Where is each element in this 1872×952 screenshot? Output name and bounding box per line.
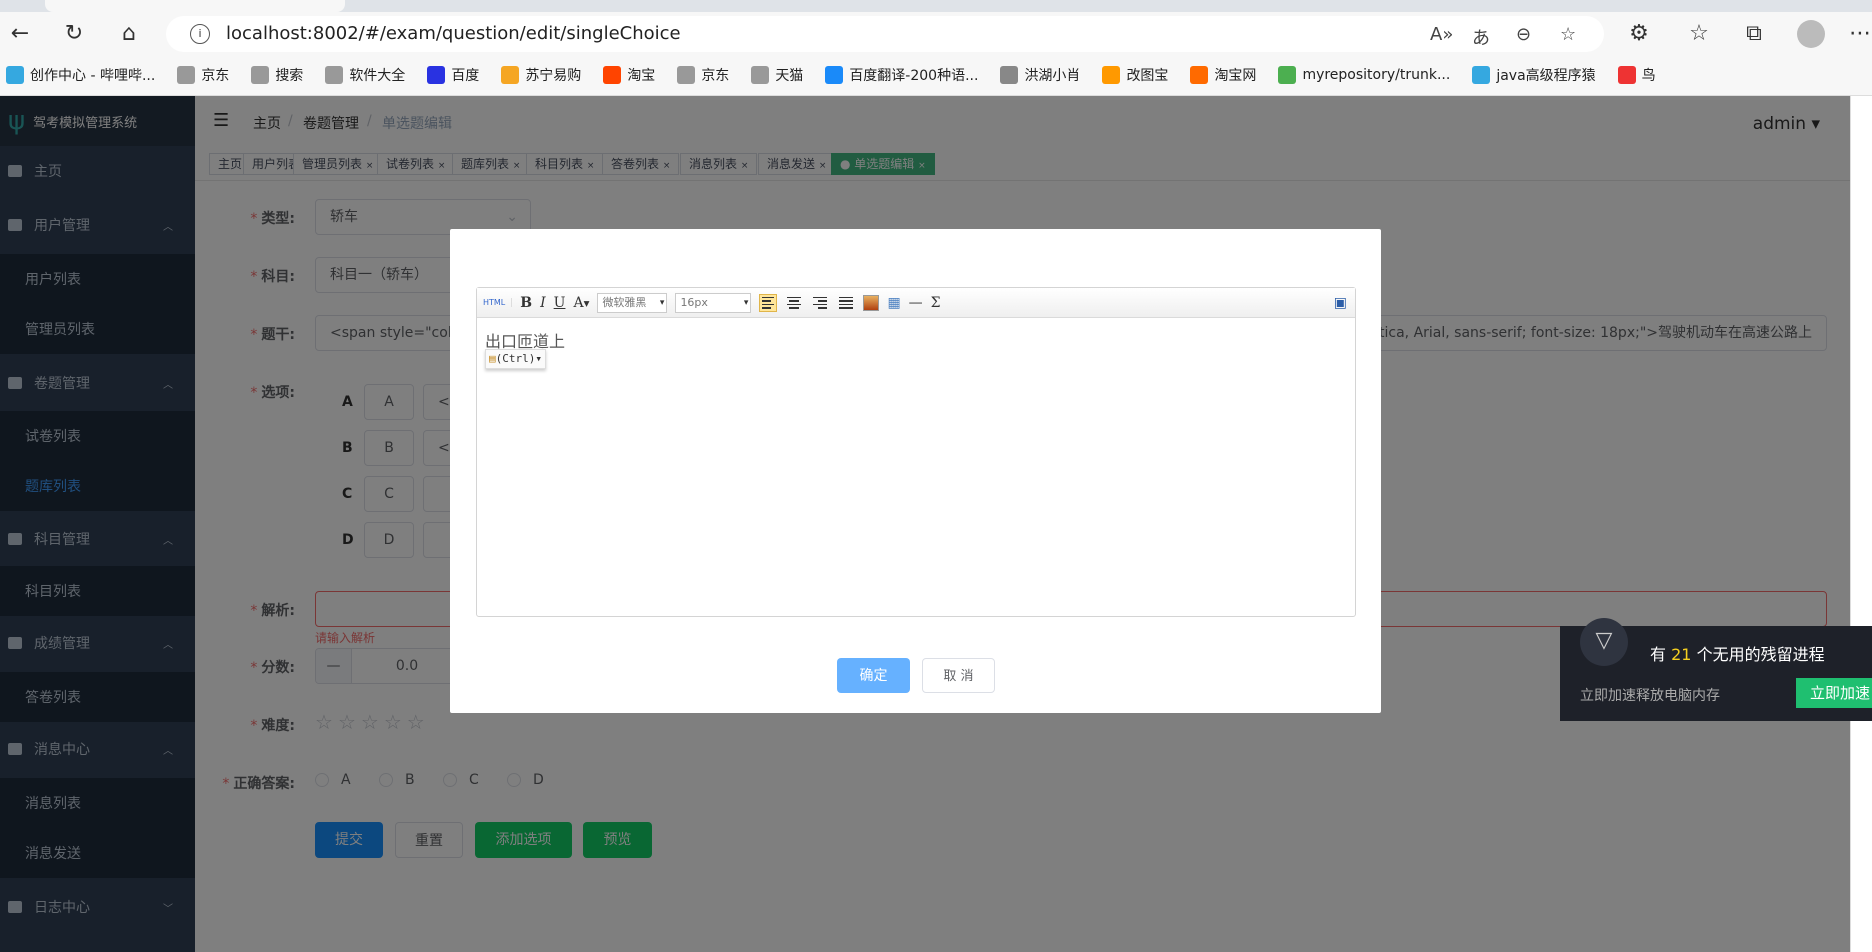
horizontal-rule-button[interactable]: — (909, 295, 923, 311)
zoom-icon[interactable]: ⊖ (1516, 24, 1531, 45)
home-icon[interactable]: ⌂ (115, 20, 143, 48)
image-icon[interactable] (863, 294, 880, 311)
collections-icon[interactable]: ⧉ (1740, 20, 1768, 48)
shield-icon: ▽ (1580, 618, 1628, 666)
html-source-button[interactable]: HTML (483, 298, 513, 307)
table-icon[interactable]: ▦ (887, 295, 900, 311)
bookmark-label: 创作中心 - 哔哩哔... (30, 67, 156, 84)
info-icon[interactable]: i (190, 24, 210, 44)
popup-title: 有 21 个无用的残留进程 (1650, 645, 1825, 664)
bookmark-item[interactable]: 创作中心 - 哔哩哔... (6, 65, 155, 85)
align-right-button[interactable] (811, 294, 829, 312)
fullscreen-icon[interactable]: ▣ (1334, 295, 1347, 311)
back-icon[interactable]: ← (6, 20, 34, 48)
bookmark-item[interactable]: 鸟 (1617, 65, 1656, 85)
font-size-select[interactable]: 16px (675, 292, 752, 313)
more-icon[interactable]: ⋯ (1846, 20, 1872, 48)
bookmark-item[interactable]: 苏宁易购 (501, 65, 581, 85)
bookmark-icon (6, 65, 24, 84)
profile-avatar[interactable] (1797, 20, 1825, 48)
bookmark-label: 软件大全 (349, 67, 406, 84)
bookmark-label: 淘宝网 (1214, 67, 1257, 84)
browser-tab[interactable] (45, 0, 345, 12)
bookmarks-bar: 创作中心 - 哔哩哔... 京东 搜索 软件大全 百度 苏宁易购 淘宝 京东 天猫 百度翻译-20… (0, 54, 1872, 96)
font-family-select[interactable]: 微软雅黑 (597, 292, 668, 313)
bookmark-icon (325, 65, 344, 84)
bookmark-label: 洪湖小肖 (1024, 67, 1081, 84)
bookmark-icon (751, 65, 770, 84)
bookmark-icon (603, 65, 622, 84)
bookmark-item[interactable]: 搜索 (251, 65, 303, 85)
bookmark-label: 百度翻译-200种语... (849, 67, 979, 84)
speedup-button[interactable]: 立即加速 (1796, 678, 1872, 708)
bookmark-item[interactable]: 淘宝网 (1190, 65, 1256, 85)
browser-toolbar: ← ↻ ⌂ i localhost:8002/#/exam/question/e… (0, 12, 1872, 54)
bookmark-label: 京东 (201, 67, 230, 84)
bookmark-icon (1278, 65, 1297, 84)
formula-button[interactable]: Σ (931, 295, 941, 311)
bookmark-icon (427, 65, 446, 84)
bookmark-label: 百度 (451, 67, 480, 84)
security-popup: ▽ 有 21 个无用的残留进程 立即加速释放电脑内存 立即加速 (1560, 618, 1872, 721)
justify-button[interactable] (837, 294, 855, 312)
clipboard-icon: ▤ (489, 352, 496, 365)
bookmark-item[interactable]: 天猫 (751, 65, 803, 85)
extensions-icon[interactable]: ⚙ (1625, 20, 1653, 48)
paste-options[interactable]: ▤(Ctrl)▾ (485, 349, 546, 369)
bookmark-item[interactable]: 软件大全 (325, 65, 405, 85)
bookmark-icon (1102, 65, 1121, 84)
bookmark-icon (251, 65, 270, 84)
bookmark-label: java高级程序猿 (1496, 67, 1596, 84)
bookmark-label: 京东 (701, 67, 730, 84)
browser-tab-strip (0, 0, 1872, 12)
bookmark-icon (1000, 65, 1019, 84)
bookmark-item[interactable]: 京东 (177, 65, 229, 85)
underline-button[interactable]: U (554, 295, 566, 311)
bookmark-label: 鸟 (1641, 67, 1656, 84)
refresh-icon[interactable]: ↻ (60, 20, 88, 48)
bookmark-label: 苏宁易购 (525, 67, 582, 84)
bookmark-item[interactable]: 百度翻译-200种语... (825, 65, 978, 85)
bookmark-item[interactable]: 洪湖小肖 (1000, 65, 1080, 85)
popup-desc: 立即加速释放电脑内存 (1580, 688, 1720, 704)
bookmark-icon (677, 65, 696, 84)
bookmark-icon (177, 65, 196, 84)
bookmark-label: 淘宝 (627, 67, 656, 84)
confirm-button[interactable]: 确定 (837, 658, 910, 693)
bold-button[interactable]: B (520, 295, 532, 311)
favorite-add-icon[interactable]: ☆ (1560, 24, 1576, 45)
bookmark-label: 改图宝 (1126, 67, 1169, 84)
bookmark-icon (1190, 65, 1209, 84)
translate-icon[interactable]: あ (1472, 24, 1490, 50)
align-left-button[interactable] (759, 293, 778, 312)
read-aloud-icon[interactable]: A» (1430, 24, 1453, 45)
bookmark-item[interactable]: 京东 (677, 65, 729, 85)
bookmark-item[interactable]: 百度 (427, 65, 479, 85)
bookmark-label: 搜索 (275, 67, 304, 84)
cancel-button[interactable]: 取 消 (922, 658, 995, 693)
address-bar[interactable]: i localhost:8002/#/exam/question/edit/si… (166, 16, 1604, 52)
italic-button[interactable]: I (540, 295, 546, 311)
browser-sidebar (1850, 96, 1872, 952)
bookmark-item[interactable]: java高级程序猿 (1472, 65, 1596, 85)
bookmark-label: myrepository/trunk... (1302, 66, 1451, 83)
align-center-button[interactable] (785, 294, 803, 312)
editor-toolbar: HTML B I U A▾ 微软雅黑 16px ▦ — Σ ▣ (477, 288, 1355, 318)
bookmark-icon (501, 65, 520, 84)
bookmark-item[interactable]: myrepository/trunk... (1278, 65, 1451, 84)
bookmark-label: 天猫 (775, 67, 804, 84)
editor-dialog: HTML B I U A▾ 微软雅黑 16px ▦ — Σ ▣ 出口匝道上 ▤(… (450, 229, 1381, 713)
bookmark-icon (1617, 65, 1636, 84)
bookmark-item[interactable]: 淘宝 (603, 65, 655, 85)
bookmark-icon (1472, 65, 1491, 84)
font-color-button[interactable]: A▾ (573, 295, 589, 311)
rich-text-editor: HTML B I U A▾ 微软雅黑 16px ▦ — Σ ▣ 出口匝道上 ▤(… (476, 287, 1356, 617)
url-text: localhost:8002/#/exam/question/edit/sing… (226, 23, 681, 44)
favorites-icon[interactable]: ☆ (1685, 20, 1713, 48)
bookmark-icon (825, 65, 844, 84)
bookmark-item[interactable]: 改图宝 (1102, 65, 1168, 85)
